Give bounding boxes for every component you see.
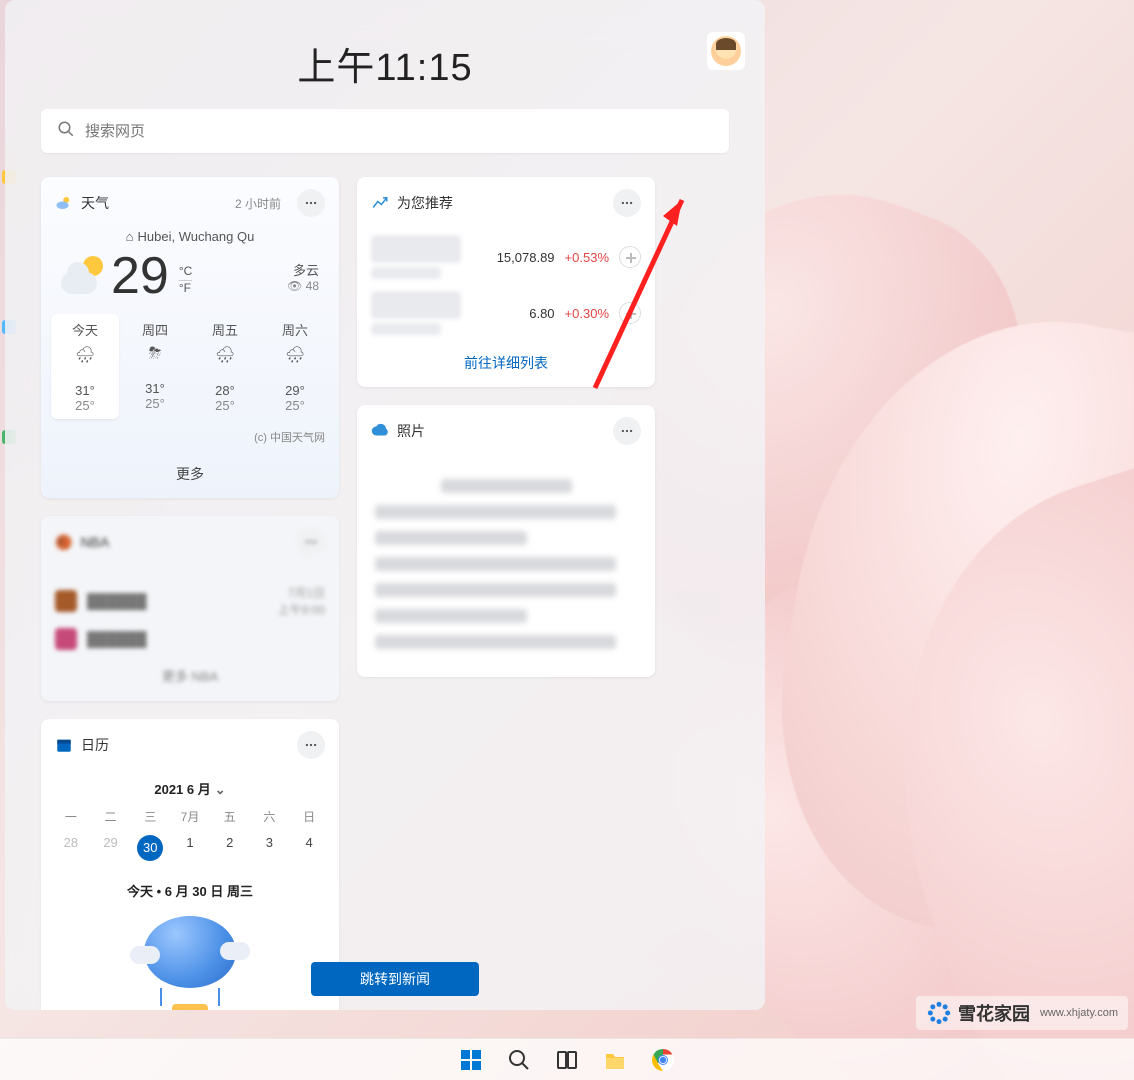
weather-more-link[interactable]: 更多 — [41, 453, 339, 498]
panel-clock: 上午11:15 — [5, 36, 765, 91]
watermark: 雪花家园 www.xhjaty.com — [916, 996, 1128, 1030]
photos-body — [357, 457, 655, 677]
calendar-icon — [55, 736, 73, 754]
sports-title: NBA — [80, 534, 109, 550]
jump-to-news-button[interactable]: 跳转到新闻 — [311, 962, 479, 996]
finance-card[interactable]: 为您推荐 15,078.89 +0.53% 6.80 +0.30% — [357, 177, 655, 387]
photos-card[interactable]: 照片 — [357, 405, 655, 677]
file-explorer-button[interactable] — [602, 1047, 628, 1073]
widgets-panel: 上午11:15 天气 2 小时前 Hu — [5, 0, 765, 1010]
app-button[interactable] — [650, 1047, 676, 1073]
calendar-grid: 一二 三7月 五六 日 28 29 30 1 2 3 4 — [51, 804, 329, 867]
calendar-day[interactable]: 29 — [91, 829, 131, 867]
calendar-card[interactable]: 日历 2021 6 月 一二 三7月 五六 日 28 29 3 — [41, 719, 339, 1010]
weather-condition-icon — [61, 254, 105, 298]
forecast-day[interactable]: 今天🌧 31°25° — [51, 314, 119, 419]
watermark-logo-icon — [926, 1000, 952, 1026]
weather-icon — [55, 194, 73, 212]
calendar-title: 日历 — [81, 735, 109, 755]
unit-f[interactable]: °F — [179, 281, 192, 295]
forecast-day[interactable]: 周六🌧 29°25° — [261, 314, 329, 419]
search-input[interactable] — [85, 123, 713, 140]
unit-c[interactable]: °C — [179, 264, 192, 281]
start-button[interactable] — [458, 1047, 484, 1073]
finance-icon — [371, 194, 389, 212]
finance-row[interactable]: 6.80 +0.30% — [357, 285, 655, 341]
photos-title: 照片 — [397, 421, 425, 441]
temp-unit-toggle[interactable]: °C °F — [179, 264, 192, 295]
calendar-day[interactable]: 28 — [51, 829, 91, 867]
calendar-day[interactable]: 2 — [210, 829, 250, 867]
calendar-today-line: 今天 • 6 月 30 日 周三 — [51, 867, 329, 910]
finance-value: 6.80 — [529, 306, 554, 321]
finance-row[interactable]: 15,078.89 +0.53% — [357, 229, 655, 285]
sports-card[interactable]: 🏀 NBA ██████7月1日上午9:00 ██████ 更多 NBA — [41, 516, 339, 701]
calendar-day[interactable]: 3 — [250, 829, 290, 867]
forecast-day[interactable]: 周五🌧 28°25° — [191, 314, 259, 419]
taskbar — [0, 1038, 1134, 1080]
weather-attribution: (c) 中国天气网 — [41, 429, 339, 453]
calendar-month-selector[interactable]: 2021 6 月 — [51, 775, 329, 804]
weather-temp: 29 — [111, 250, 169, 302]
calendar-more-button[interactable] — [297, 731, 325, 759]
finance-change: +0.53% — [565, 250, 609, 265]
photos-icon — [371, 422, 389, 440]
weather-title: 天气 — [81, 193, 109, 213]
finance-details-link[interactable]: 前往详细列表 — [357, 341, 655, 387]
task-view-button[interactable] — [554, 1047, 580, 1073]
search-box[interactable] — [41, 109, 729, 153]
sports-icon: 🏀 — [55, 534, 72, 551]
forecast-row: 今天🌧 31°25° 周四⛈ 31°25° 周五🌧 28°25° 周六🌧 29°… — [41, 310, 339, 429]
photos-more-button[interactable] — [613, 417, 641, 445]
finance-value: 15,078.89 — [497, 250, 555, 265]
finance-more-button[interactable] — [613, 189, 641, 217]
weather-card[interactable]: 天气 2 小时前 Hubei, Wuchang Qu 29 °C °F — [41, 177, 339, 498]
weather-condition: 多云 — [287, 260, 319, 279]
calendar-day-selected[interactable]: 30 — [130, 829, 170, 867]
add-to-watchlist-button[interactable] — [619, 246, 641, 268]
profile-avatar[interactable] — [707, 32, 745, 70]
weather-updated: 2 小时前 — [235, 195, 281, 212]
finance-change: +0.30% — [565, 306, 609, 321]
weather-more-button[interactable] — [297, 189, 325, 217]
calendar-day[interactable]: 1 — [170, 829, 210, 867]
forecast-day[interactable]: 周四⛈ 31°25° — [121, 314, 189, 419]
calendar-day[interactable]: 4 — [289, 829, 329, 867]
sports-body: ██████7月1日上午9:00 ██████ 更多 NBA — [41, 568, 339, 701]
add-to-watchlist-button[interactable] — [619, 302, 641, 324]
weather-location: Hubei, Wuchang Qu — [41, 229, 339, 244]
weather-aqi: 👁 48 — [287, 279, 319, 293]
calendar-illustration — [51, 910, 329, 1010]
search-icon — [57, 120, 75, 143]
finance-title: 为您推荐 — [397, 193, 453, 213]
sports-more-button[interactable] — [297, 528, 325, 556]
taskbar-search-button[interactable] — [506, 1047, 532, 1073]
